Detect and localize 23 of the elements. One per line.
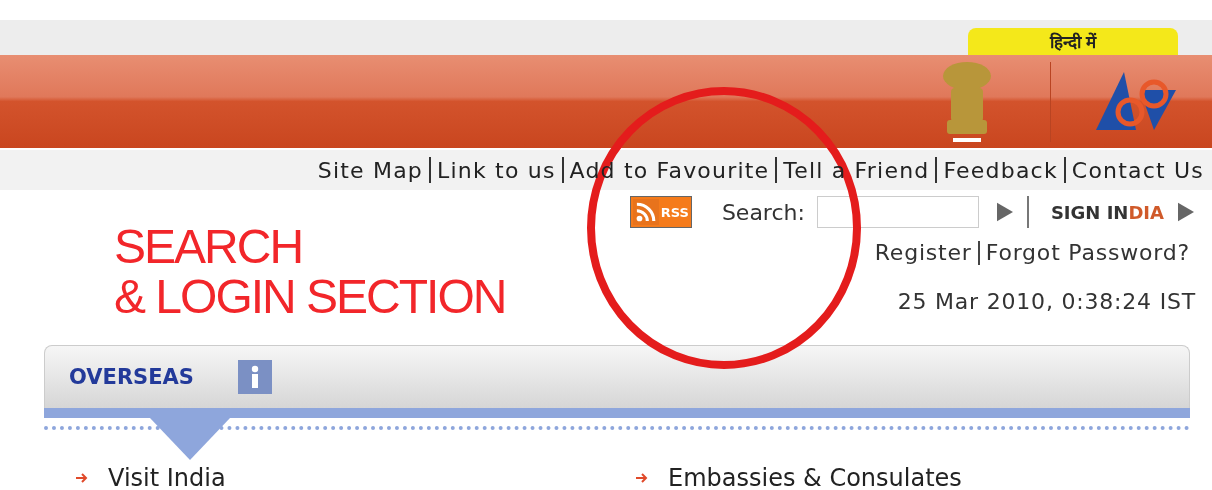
play-icon[interactable] [1178,202,1194,222]
logo-icon [1096,71,1176,132]
link[interactable]: Embassies & Consulates [668,464,962,490]
nav-link[interactable]: Site Map [311,157,429,183]
account-link[interactable]: Forgot Password? [979,240,1196,265]
play-icon[interactable] [996,202,1013,222]
sign-in-link[interactable]: SIGN INDIA [1050,201,1164,223]
arrow-icon [636,473,648,483]
date-time: 25 Mar 2010, 0:38:24 IST [897,289,1196,314]
link[interactable]: Visit India [108,464,226,490]
info-icon[interactable] [237,360,272,394]
tab[interactable]: OVERSEAS [69,365,194,389]
search-label: Search: [721,199,805,225]
nav-link[interactable]: Feedback [937,157,1064,183]
search-field[interactable] [816,196,979,228]
language-button[interactable]: हिन्दी में [968,28,1178,55]
annotation-text: & LOGIN SECTION [114,272,506,322]
arrow-icon [76,473,88,483]
nav-link[interactable]: Contact Us [1065,157,1210,183]
account-link[interactable]: Register [868,240,978,265]
annotation-text: SEARCH [114,222,304,272]
nav-link[interactable]: Link to us [431,157,562,183]
rss-icon [632,199,659,225]
